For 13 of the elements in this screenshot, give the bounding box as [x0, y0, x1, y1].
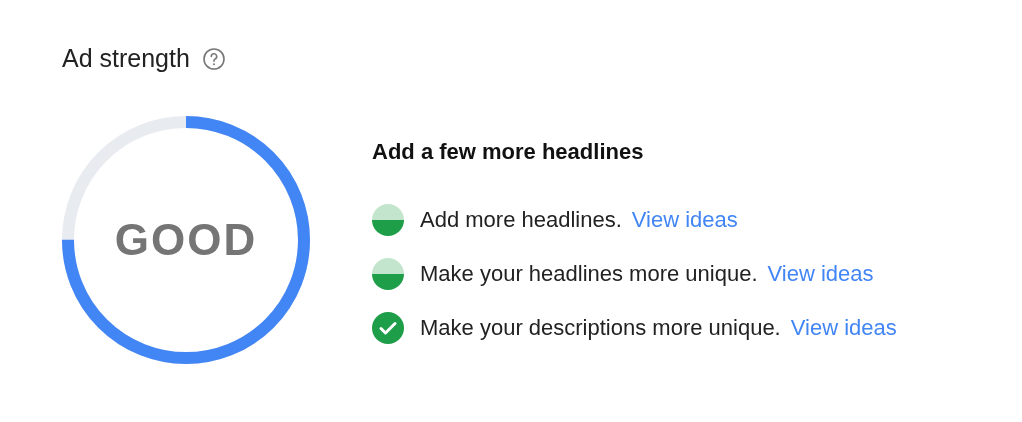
help-icon[interactable] [201, 46, 226, 71]
section-title: Ad strength [62, 43, 190, 74]
half-filled-circle-icon [372, 203, 404, 236]
suggestions-heading: Add a few more headlines [372, 137, 645, 166]
suggestion-text: Make your headlines more unique. [420, 260, 758, 288]
suggestion-text: Make your descriptions more unique. [420, 314, 781, 342]
view-ideas-link[interactable]: View ideas [631, 203, 738, 236]
half-filled-circle-icon [372, 257, 404, 290]
gauge-label: GOOD [114, 213, 258, 266]
check-circle-icon [372, 311, 404, 344]
view-ideas-link[interactable]: View ideas [790, 311, 897, 344]
suggestion-text: Add more headlines. [420, 206, 622, 234]
view-ideas-link[interactable]: View ideas [767, 257, 874, 290]
